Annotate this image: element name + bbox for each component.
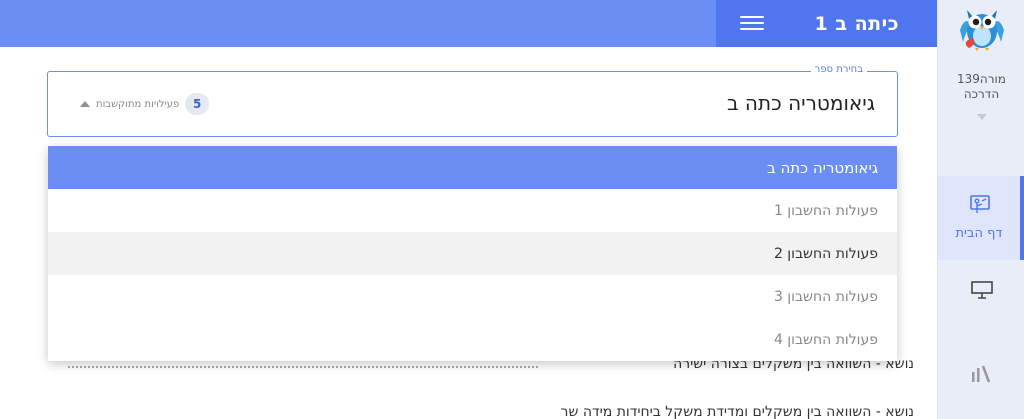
related-activities-count: 5 [185, 93, 210, 115]
dropdown-option[interactable]: פעולות החשבון 4 [48, 318, 897, 361]
related-activities[interactable]: פעילויות מתוקשבות 5 [80, 93, 210, 115]
presentation-icon[interactable] [970, 280, 994, 300]
home-board-icon [970, 195, 990, 213]
class-header: כיתה ב 1 [716, 0, 937, 47]
dropdown-option[interactable]: פעולות החשבון 2 [48, 232, 897, 275]
dotted-divider [68, 366, 538, 368]
user-name: מורה139 [957, 72, 1006, 86]
top-bar: כיתה ב 1 [0, 0, 937, 47]
dropdown-option[interactable]: פעולות החשבון 3 [48, 275, 897, 318]
sidebar: מורה139 הדרכה דף הבית [937, 0, 1024, 419]
owl-logo[interactable] [955, 4, 1009, 52]
nav-home-label: דף הבית [955, 226, 1003, 241]
dropdown-option[interactable]: גיאומטריה כתה ב [48, 146, 897, 189]
user-menu-caret-icon[interactable] [977, 114, 987, 120]
menu-icon[interactable] [740, 13, 764, 33]
chevron-up-icon [80, 101, 90, 107]
topic-text: נושא - השוואה בין משקלים ומדידת משקל ביח… [560, 404, 914, 419]
nav-home[interactable]: דף הבית [938, 176, 1024, 260]
book-select[interactable]: בחירת ספר גיאומטריה כתה ב פעילויות מתוקש… [47, 64, 898, 137]
app-root: כיתה ב 1 מורה139 הדרכה דף הבית נושא - הש… [0, 0, 1024, 419]
user-role: הדרכה [963, 87, 1000, 101]
book-select-label: בחירת ספר [810, 64, 867, 75]
book-select-value: גיאומטריה כתה ב [727, 91, 875, 115]
related-activities-label: פעילויות מתוקשבות [96, 98, 180, 110]
stats-icon[interactable] [970, 364, 992, 384]
dropdown-option[interactable]: פעולות החשבון 1 [48, 189, 897, 232]
class-title: כיתה ב 1 [814, 12, 899, 35]
book-dropdown: גיאומטריה כתה ב פעולות החשבון 1 פעולות ה… [48, 146, 897, 361]
